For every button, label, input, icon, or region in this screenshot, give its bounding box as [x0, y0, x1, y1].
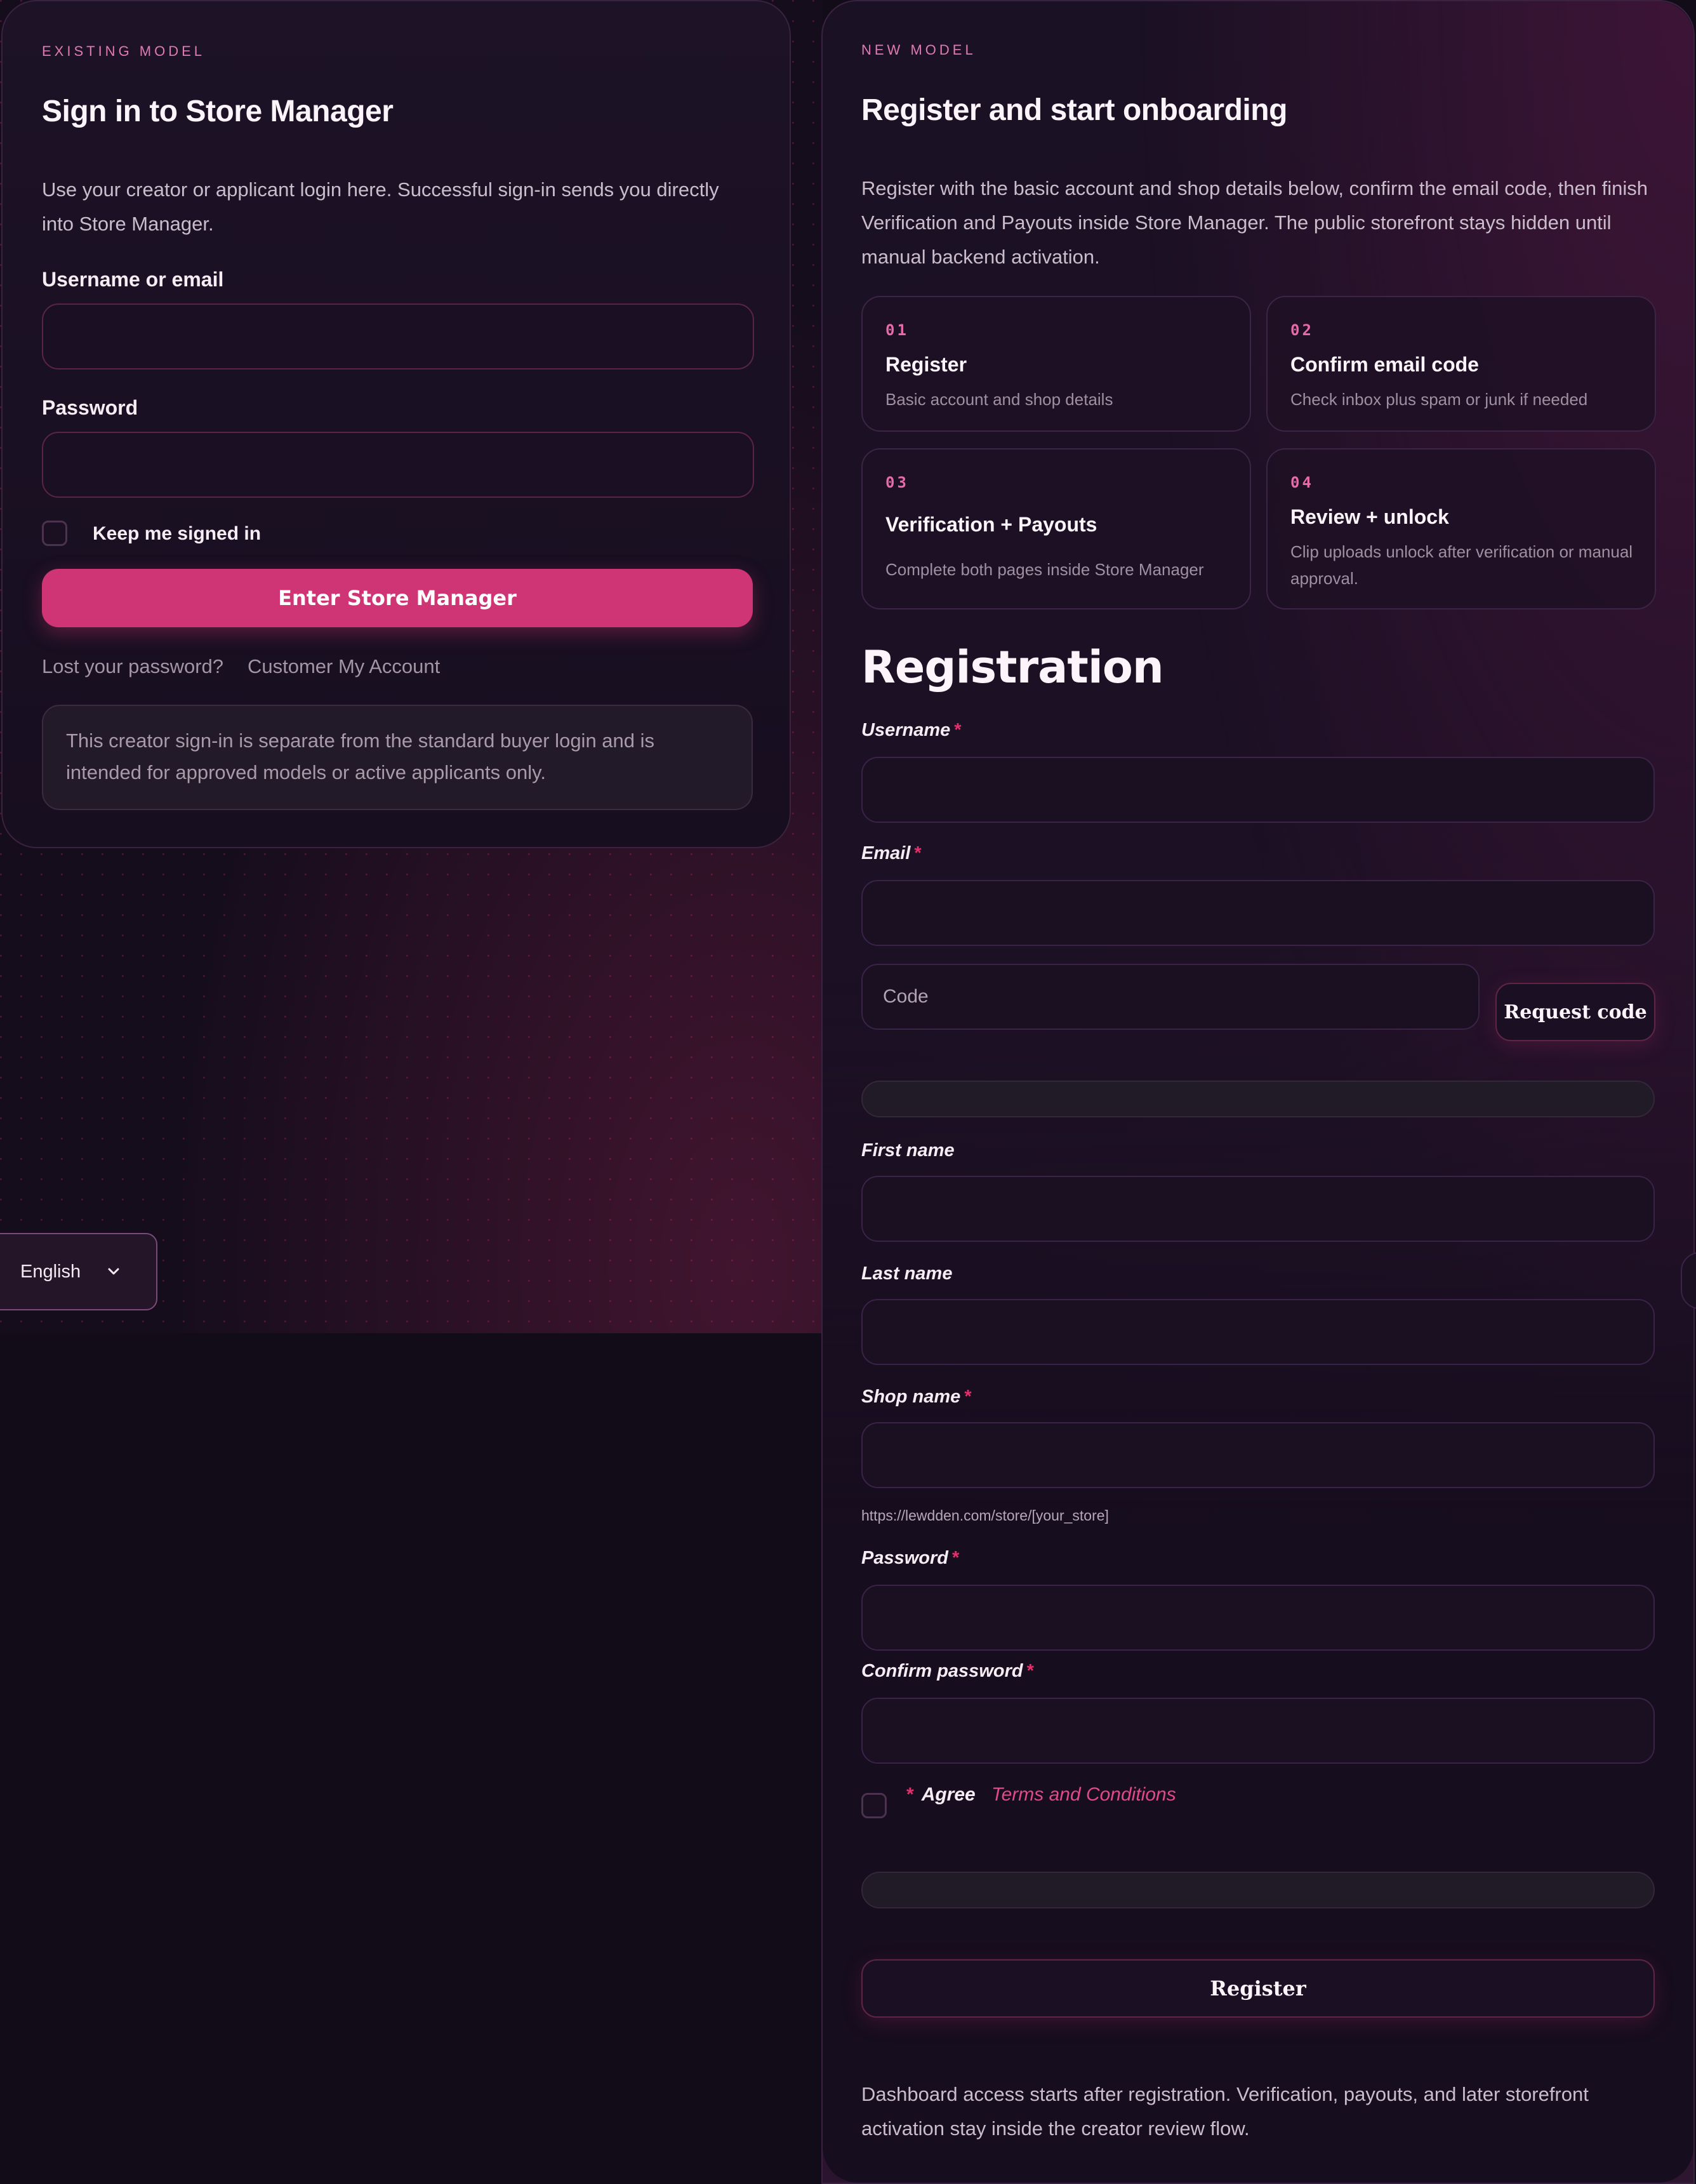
step-title: Review + unlock	[1290, 505, 1449, 528]
reg-email-input[interactable]	[861, 880, 1655, 946]
login-note: This creator sign-in is separate from th…	[42, 705, 753, 810]
reg-username-label: Username *	[861, 720, 962, 740]
shop-url-hint: https://lewdden.com/store/[your_store]	[861, 1507, 1109, 1524]
reg-password-label: Password *	[861, 1548, 960, 1568]
language-label: English	[20, 1261, 81, 1282]
reg-password-input[interactable]	[861, 1585, 1655, 1651]
step-title: Verification + Payouts	[885, 513, 1097, 536]
email-code-input[interactable]: Code	[861, 964, 1480, 1030]
shop-name-input[interactable]	[861, 1422, 1655, 1488]
register-button[interactable]: Register	[861, 1959, 1655, 2018]
remember-label: Keep me signed in	[93, 523, 262, 544]
register-title: Register and start onboarding	[861, 93, 1287, 127]
step-desc: Complete both pages inside Store Manager	[885, 560, 1204, 579]
register-eyebrow: NEW MODEL	[861, 42, 976, 58]
code-status-bar	[861, 1081, 1655, 1117]
step-card-1: 01 Register Basic account and shop detai…	[861, 296, 1251, 432]
last-name-input[interactable]	[861, 1299, 1655, 1365]
reg-email-label: Email *	[861, 843, 922, 863]
step-number: 01	[885, 321, 909, 339]
login-card: EXISTING MODEL Sign in to Store Manager …	[1, 0, 791, 848]
register-description: Register with the basic account and shop…	[861, 177, 1648, 268]
step-number: 03	[885, 474, 909, 491]
last-name-label: Last name	[861, 1263, 953, 1284]
step-card-3: 03 Verification + Payouts Complete both …	[861, 448, 1251, 609]
agree-checkbox[interactable]	[861, 1793, 887, 1818]
agree-label: * Agree	[906, 1784, 976, 1805]
first-name-input[interactable]	[861, 1176, 1655, 1242]
password-input[interactable]	[42, 432, 754, 498]
step-desc: Check inbox plus spam or junk if needed	[1290, 390, 1588, 409]
step-desc: Clip uploads unlock after verification o…	[1290, 542, 1633, 588]
my-account-link[interactable]: Customer My Account	[248, 655, 440, 678]
step-title: Register	[885, 353, 967, 376]
username-input[interactable]	[42, 303, 754, 370]
first-name-label: First name	[861, 1140, 955, 1161]
login-description: Use your creator or applicant login here…	[42, 178, 719, 235]
step-title: Confirm email code	[1290, 353, 1479, 376]
confirm-password-label: Confirm password *	[861, 1661, 1034, 1681]
request-code-button[interactable]: Request code	[1495, 983, 1655, 1041]
login-title: Sign in to Store Manager	[42, 95, 394, 128]
login-eyebrow: EXISTING MODEL	[42, 43, 206, 59]
registration-heading: Registration	[861, 641, 1164, 693]
step-number: 04	[1290, 474, 1314, 491]
password-label: Password	[42, 396, 138, 419]
shop-name-label: Shop name *	[861, 1387, 972, 1407]
step-card-4: 04 Review + unlock Clip uploads unlock a…	[1266, 448, 1656, 609]
remember-checkbox[interactable]	[42, 521, 67, 546]
enter-store-manager-button[interactable]: Enter Store Manager	[42, 569, 753, 627]
lost-password-link[interactable]: Lost your password?	[42, 655, 223, 678]
step-card-2: 02 Confirm email code Check inbox plus s…	[1266, 296, 1656, 432]
language-selector[interactable]: English	[0, 1233, 157, 1310]
step-number: 02	[1290, 321, 1314, 339]
captcha-bar	[861, 1872, 1655, 1908]
register-footer-note: Dashboard access starts after registrati…	[861, 2083, 1589, 2140]
chevron-down-icon	[108, 1268, 119, 1275]
username-label: Username or email	[42, 268, 224, 291]
confirm-password-input[interactable]	[861, 1698, 1655, 1764]
reg-username-input[interactable]	[861, 757, 1655, 823]
step-desc: Basic account and shop details	[885, 390, 1113, 409]
terms-link[interactable]: Terms and Conditions	[991, 1784, 1176, 1806]
